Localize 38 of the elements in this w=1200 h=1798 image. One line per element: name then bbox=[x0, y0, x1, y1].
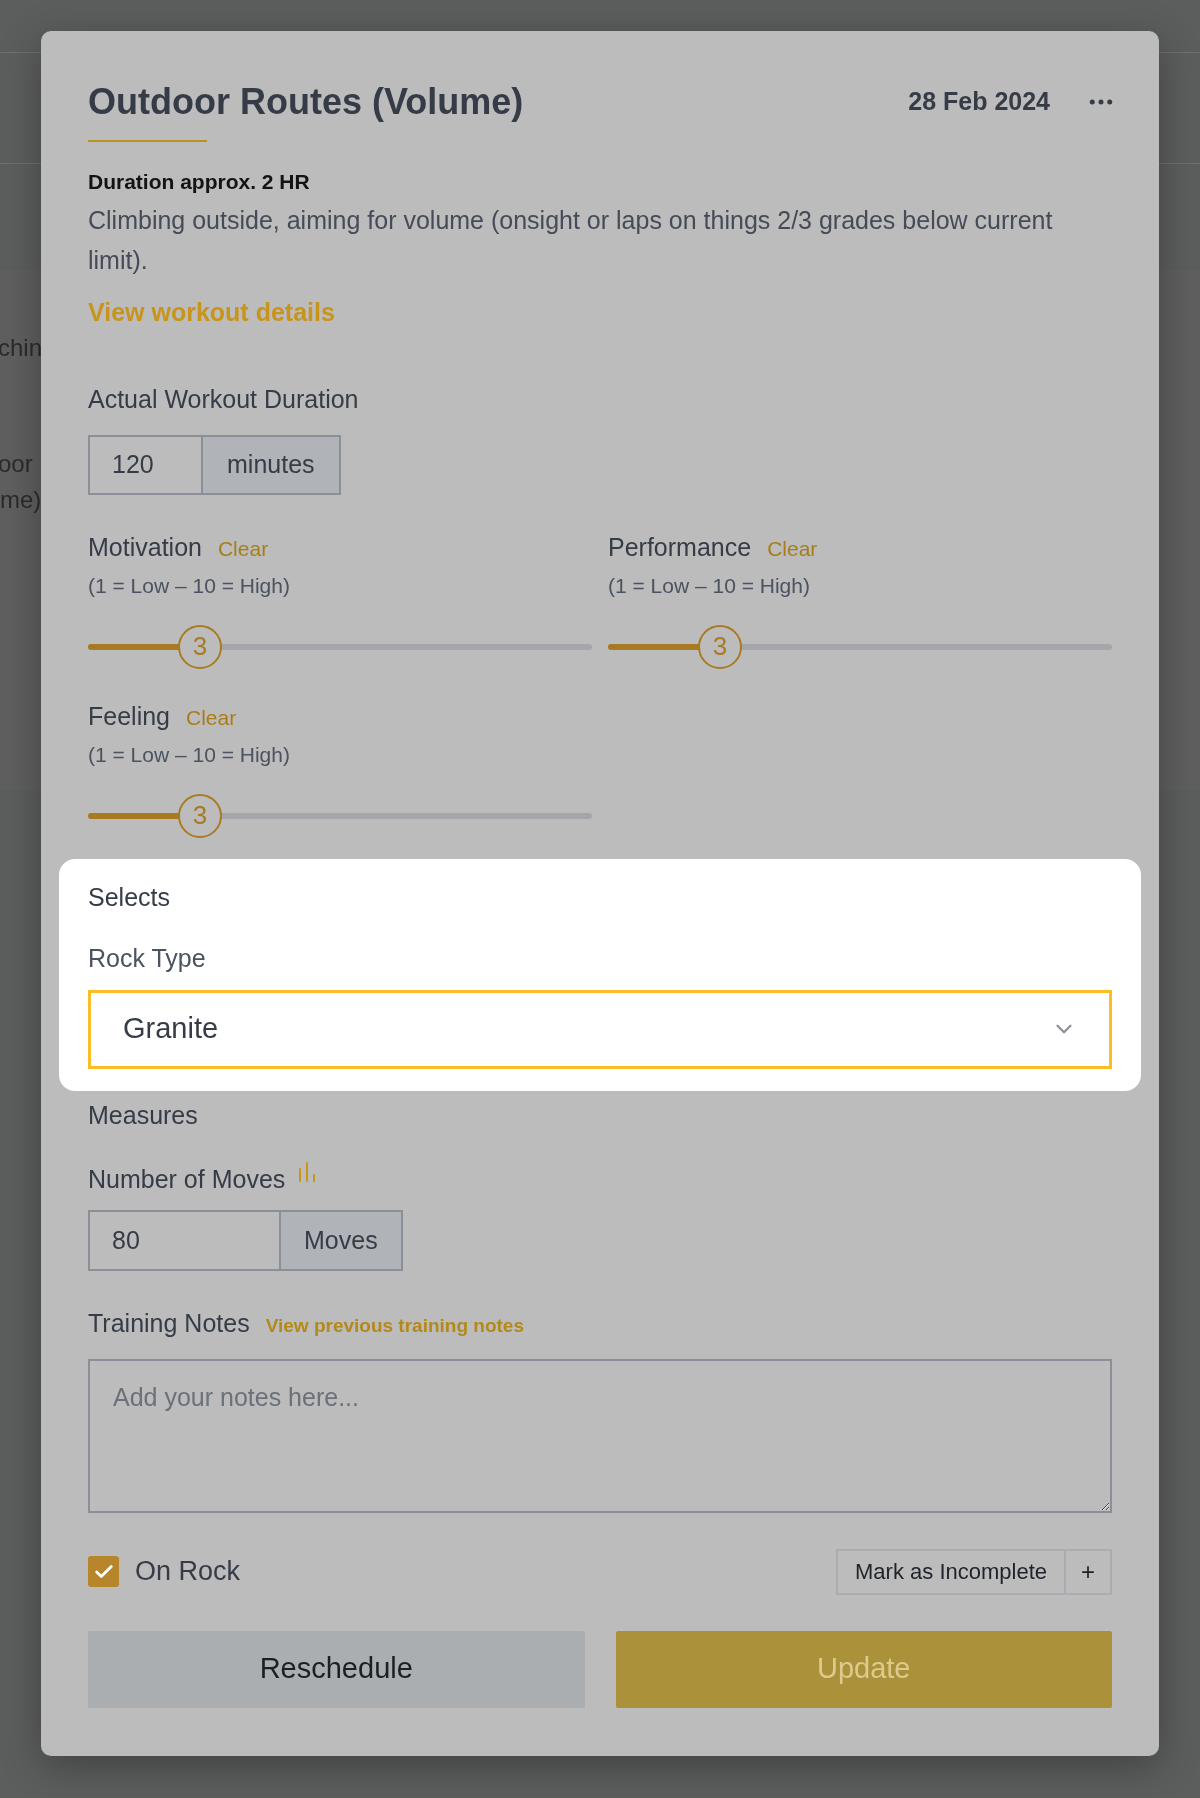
workout-title: Outdoor Routes (Volume) bbox=[88, 80, 524, 124]
view-details-link[interactable]: View workout details bbox=[88, 293, 335, 331]
duration-input[interactable]: 120 bbox=[88, 434, 203, 495]
rating-label: Motivation bbox=[88, 531, 202, 563]
scale-hint: (1 = Low – 10 = High) bbox=[88, 573, 291, 599]
moves-unit: Moves bbox=[281, 1210, 403, 1271]
add-button[interactable]: + bbox=[1066, 1548, 1112, 1595]
reschedule-button[interactable]: Reschedule bbox=[88, 1630, 585, 1708]
slider-track[interactable]: 3 bbox=[608, 623, 1112, 670]
rock-type-label: Rock Type bbox=[88, 943, 207, 974]
measures-heading: Measures bbox=[88, 1099, 199, 1131]
rock-type-select[interactable]: Granite bbox=[88, 989, 1112, 1069]
moves-label: Number of Moves bbox=[88, 1163, 286, 1195]
on-rock-checkbox[interactable] bbox=[88, 1556, 119, 1587]
slider-thumb[interactable]: 3 bbox=[177, 624, 222, 669]
notes-field[interactable]: Add your notes here... bbox=[88, 1358, 1112, 1513]
selects-heading: Selects bbox=[88, 881, 171, 913]
notes-label: Training Notes bbox=[88, 1308, 250, 1339]
clear-link[interactable]: Clear bbox=[217, 532, 269, 564]
slider-track[interactable]: 3 bbox=[88, 623, 592, 670]
duration-label: Actual Workout Duration bbox=[88, 384, 360, 415]
clear-link[interactable]: Clear bbox=[767, 532, 818, 564]
moves-input[interactable]: 80 bbox=[88, 1210, 281, 1271]
workout-description: Climbing outside, aiming for volume (onsight or laps on things 2/3 grades below current limit). bbox=[88, 204, 1054, 276]
scale-hint: (1 = Low – 10 = High) bbox=[88, 742, 291, 768]
workout-date: 28 Feb 2024 bbox=[908, 86, 1050, 118]
slider-track[interactable]: 3 bbox=[88, 792, 592, 839]
on-rock-label: On Rock bbox=[135, 1555, 241, 1589]
mark-incomplete-button[interactable]: Mark as Incomplete bbox=[836, 1548, 1066, 1595]
duration-note: Duration approx. 2 HR bbox=[88, 169, 311, 195]
duration-unit: minutes bbox=[203, 434, 341, 495]
clear-link[interactable]: Clear bbox=[186, 701, 237, 733]
slider-thumb[interactable]: 3 bbox=[697, 624, 742, 669]
rating-label: Feeling bbox=[88, 700, 170, 732]
slider-thumb[interactable]: 3 bbox=[177, 793, 222, 838]
previous-notes-link[interactable]: View previous training notes bbox=[265, 1312, 524, 1341]
scale-hint: (1 = Low – 10 = High) bbox=[608, 573, 811, 599]
rating-label: Performance bbox=[608, 531, 752, 563]
